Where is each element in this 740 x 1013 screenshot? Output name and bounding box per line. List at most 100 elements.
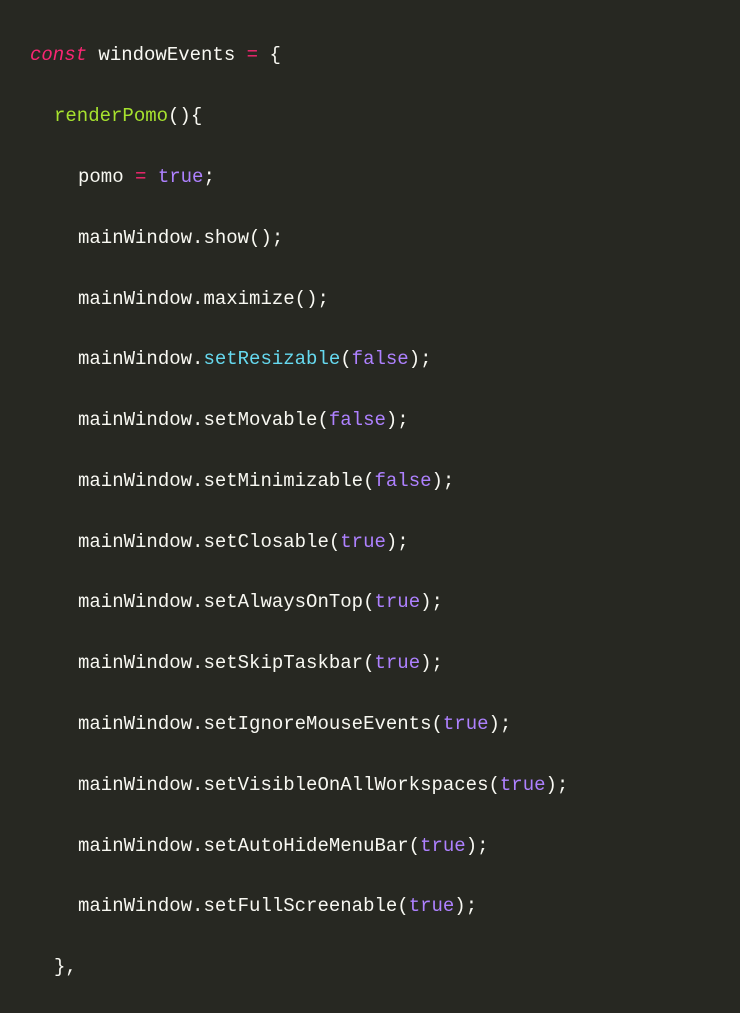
boolean-literal: true: [158, 166, 204, 188]
paren-close: ): [306, 288, 317, 310]
paren-open: (: [340, 348, 351, 370]
semicolon: ;: [317, 288, 328, 310]
method-call: setAlwaysOnTop: [203, 591, 363, 613]
paren-open: (: [317, 409, 328, 431]
object: mainWindow: [78, 348, 192, 370]
dot: .: [192, 348, 203, 370]
boolean-literal: true: [409, 895, 455, 917]
boolean-literal: false: [352, 348, 409, 370]
space: [258, 44, 269, 66]
paren-close: ): [546, 774, 557, 796]
code-line: const windowEvents = {: [30, 40, 740, 70]
paren-close: ): [420, 591, 431, 613]
dot: .: [192, 470, 203, 492]
paren-open: (: [409, 835, 420, 857]
comma: ,: [65, 956, 76, 978]
semicolon: ;: [432, 591, 443, 613]
object: mainWindow: [78, 591, 192, 613]
paren-close: ): [386, 409, 397, 431]
code-line: },: [30, 952, 740, 982]
code-line: pomo = true;: [30, 162, 740, 192]
paren-open: (: [431, 713, 442, 735]
object: mainWindow: [78, 835, 192, 857]
dot: .: [192, 531, 203, 553]
brace-close: }: [54, 956, 65, 978]
paren-close: ): [466, 835, 477, 857]
semicolon: ;: [397, 409, 408, 431]
method-call: setClosable: [203, 531, 328, 553]
paren-open: (: [488, 774, 499, 796]
paren-close: ): [386, 531, 397, 553]
code-line: mainWindow.maximize();: [30, 284, 740, 314]
code-line: mainWindow.setSkipTaskbar(true);: [30, 648, 740, 678]
object: mainWindow: [78, 409, 192, 431]
dot: .: [192, 713, 203, 735]
method-call: setSkipTaskbar: [203, 652, 363, 674]
semicolon: ;: [500, 713, 511, 735]
dot: .: [192, 288, 203, 310]
dot: .: [192, 774, 203, 796]
paren-open: (: [295, 288, 306, 310]
method-call: setAutoHideMenuBar: [203, 835, 408, 857]
semicolon: ;: [397, 531, 408, 553]
paren-open: (: [329, 531, 340, 553]
semicolon: ;: [203, 166, 214, 188]
semicolon: ;: [466, 895, 477, 917]
brace-open: {: [269, 44, 280, 66]
method-call: setResizable: [203, 348, 340, 370]
boolean-literal: false: [374, 470, 431, 492]
paren-close: ): [432, 470, 443, 492]
object: mainWindow: [78, 774, 192, 796]
method-call: setFullScreenable: [203, 895, 397, 917]
code-line: mainWindow.setIgnoreMouseEvents(true);: [30, 709, 740, 739]
dot: .: [192, 835, 203, 857]
code-line: mainWindow.setMinimizable(false);: [30, 466, 740, 496]
boolean-literal: true: [500, 774, 546, 796]
code-line: mainWindow.setClosable(true);: [30, 527, 740, 557]
method-call: setMovable: [203, 409, 317, 431]
object: mainWindow: [78, 895, 192, 917]
keyword-const: const: [30, 44, 87, 66]
semicolon: ;: [420, 348, 431, 370]
code-line: mainWindow.setAutoHideMenuBar(true);: [30, 831, 740, 861]
semicolon: ;: [443, 470, 454, 492]
paren-open: (: [363, 652, 374, 674]
boolean-literal: false: [329, 409, 386, 431]
boolean-literal: true: [420, 835, 466, 857]
paren-open: (: [249, 227, 260, 249]
boolean-literal: true: [374, 591, 420, 613]
paren-close: ): [420, 652, 431, 674]
code-line: mainWindow.setMovable(false);: [30, 405, 740, 435]
code-line: mainWindow.setAlwaysOnTop(true);: [30, 587, 740, 617]
semicolon: ;: [432, 652, 443, 674]
method-call: setMinimizable: [203, 470, 363, 492]
method-call: show: [203, 227, 249, 249]
parens: (): [168, 105, 191, 127]
method-call: setVisibleOnAllWorkspaces: [203, 774, 488, 796]
code-line: mainWindow.setVisibleOnAllWorkspaces(tru…: [30, 770, 740, 800]
object: mainWindow: [78, 652, 192, 674]
boolean-literal: true: [374, 652, 420, 674]
paren-open: (: [363, 591, 374, 613]
object: mainWindow: [78, 531, 192, 553]
semicolon: ;: [557, 774, 568, 796]
paren-close: ): [260, 227, 271, 249]
dot: .: [192, 227, 203, 249]
boolean-literal: true: [443, 713, 489, 735]
dot: .: [192, 895, 203, 917]
paren-open: (: [363, 470, 374, 492]
identifier: pomo: [78, 166, 135, 188]
operator-equals: =: [135, 166, 146, 188]
dot: .: [192, 409, 203, 431]
code-editor: const windowEvents = { renderPomo(){ pom…: [0, 0, 740, 568]
code-line: mainWindow.show();: [30, 223, 740, 253]
paren-open: (: [397, 895, 408, 917]
method-call: maximize: [203, 288, 294, 310]
paren-close: ): [409, 348, 420, 370]
object: mainWindow: [78, 227, 192, 249]
object: mainWindow: [78, 713, 192, 735]
semicolon: ;: [272, 227, 283, 249]
object: mainWindow: [78, 470, 192, 492]
dot: .: [192, 652, 203, 674]
code-line: renderPomo(){: [30, 101, 740, 131]
